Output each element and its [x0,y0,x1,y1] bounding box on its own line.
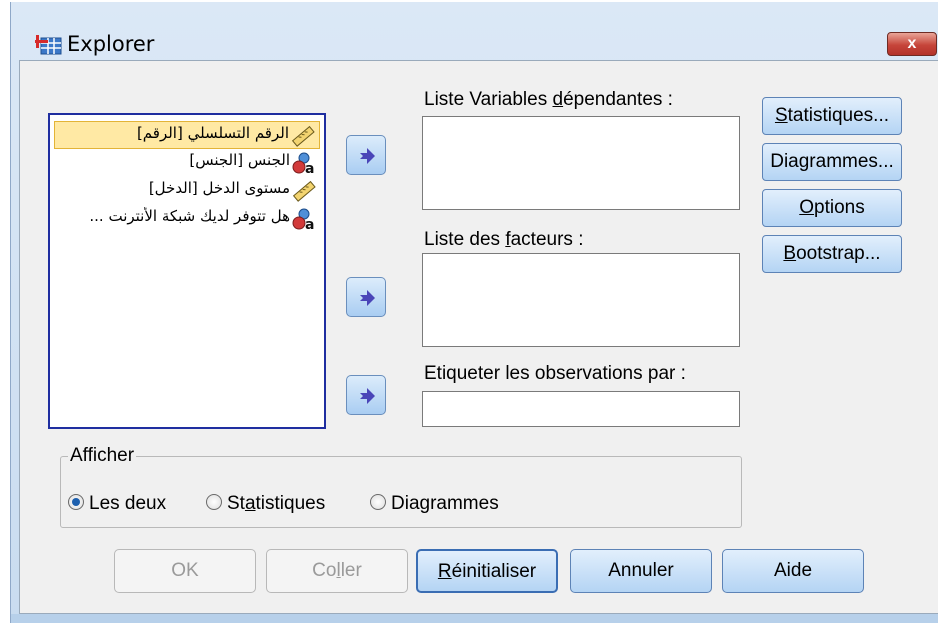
variable-label: الرقم التسلسلي [الرقم] [136,124,289,142]
variable-item[interactable]: مستوى الدخل [الدخل] [54,177,320,205]
dependent-list-label: Liste Variables dépendantes : [424,89,673,110]
close-icon: x [907,35,917,52]
bootstrap-button[interactable]: Bootstrap... [762,235,902,273]
help-button[interactable]: Aide [722,549,864,593]
window-title: Explorer [67,32,155,56]
close-button[interactable]: x [887,32,937,56]
arrow-right-icon [360,148,375,164]
ok-button[interactable]: OK [114,549,256,593]
source-variable-list[interactable]: الرقم التسلسلي [الرقم] الجنس [الجنس] a م… [48,113,326,429]
label-cases-label: Etiqueter les observations par : [424,363,686,384]
display-group [60,456,742,528]
move-to-dependent-button[interactable] [346,135,386,175]
explorer-dialog: Explorer x الرقم التسلسلي [الرقم] الجنس … [10,2,938,623]
nominal-variable-icon: a [292,152,314,174]
title-bar[interactable]: Explorer x [11,2,938,60]
radio-empty-icon [370,494,386,510]
move-to-factors-button[interactable] [346,277,386,317]
statistics-button[interactable]: Statistiques... [762,97,902,135]
options-button[interactable]: Options [762,189,902,227]
paste-button[interactable]: Coller [266,549,408,593]
spss-app-icon [35,35,62,55]
factors-list[interactable] [422,253,740,347]
radio-plots[interactable]: Diagrammes [370,493,499,515]
nominal-variable-icon: a [292,208,314,230]
variable-item[interactable]: هل تتوفر لديك شبكة الأنترنت ... a [54,205,320,233]
svg-text:a: a [305,217,314,230]
window-bottom-border [11,614,938,623]
radio-selected-icon [68,494,84,510]
variable-label: الجنس [الجنس] [189,151,290,169]
ruler-scale-icon [292,180,316,202]
variable-label: مستوى الدخل [الدخل] [148,179,290,197]
dialog-body: الرقم التسلسلي [الرقم] الجنس [الجنس] a م… [19,60,938,614]
plots-button[interactable]: Diagrammes... [762,143,902,181]
reset-button[interactable]: Réinitialiser [416,549,558,593]
radio-both[interactable]: Les deux [68,493,166,515]
variable-label: هل تتوفر لديك شبكة الأنترنت ... [89,207,290,225]
variable-item[interactable]: الجنس [الجنس] a [54,149,320,177]
move-to-label-cases-button[interactable] [346,375,386,415]
display-group-title: Afficher [68,445,137,467]
arrow-right-icon [360,290,375,306]
variable-item[interactable]: الرقم التسلسلي [الرقم] [54,121,320,149]
dependent-list[interactable] [422,116,740,210]
arrow-right-icon [360,388,375,404]
factors-list-label: Liste des facteurs : [424,229,584,250]
radio-empty-icon [206,494,222,510]
label-cases-field[interactable] [422,391,740,427]
cancel-button[interactable]: Annuler [570,549,712,593]
radio-statistics[interactable]: Statistiques [206,493,325,515]
ruler-scale-icon [291,125,315,147]
svg-text:a: a [305,161,314,174]
